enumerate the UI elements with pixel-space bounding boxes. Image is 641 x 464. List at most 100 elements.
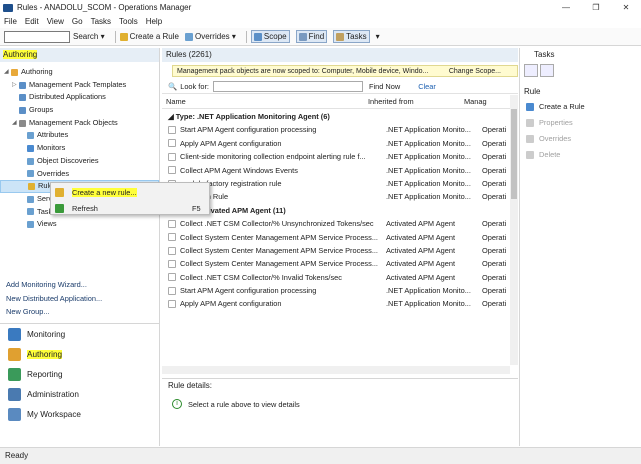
new-distributed-application-link[interactable]: New Distributed Application... <box>6 292 102 306</box>
overrides-button[interactable]: Overrides ▾ <box>184 32 236 41</box>
vertical-scrollbar[interactable] <box>510 95 518 365</box>
tree-item-attributes[interactable]: Attributes <box>0 129 159 142</box>
column-inherited-from[interactable]: Inherited from <box>368 95 464 108</box>
wunderbar-monitoring[interactable]: Monitoring <box>0 324 159 344</box>
management-pack-cell: Operati <box>482 192 507 202</box>
tree-item-views[interactable]: Views <box>0 218 159 231</box>
table-row[interactable]: module factory registration rule .NET App… <box>162 177 510 190</box>
table-row[interactable]: Apply APM Agent configuration .NET Applic… <box>162 137 510 150</box>
search-button[interactable]: Search ▾ <box>73 32 105 41</box>
tasks-toggle-button[interactable]: Tasks <box>333 30 370 43</box>
table-row[interactable]: collection Rule.NET Application Monito..… <box>162 190 510 203</box>
minimize-button[interactable]: — <box>551 0 581 15</box>
expander-icon[interactable]: ◢ <box>4 66 11 79</box>
table-row[interactable]: Collect .NET CSM Collector/% Invalid Tok… <box>162 271 510 284</box>
tree-item-authoring[interactable]: ◢ Authoring <box>0 66 159 79</box>
menu-tools[interactable]: Tools <box>119 17 138 26</box>
chevron-down-icon: ▾ <box>229 32 236 41</box>
reporting-icon <box>8 367 21 381</box>
wunderbar-administration[interactable]: Administration <box>0 384 159 404</box>
new-group-link[interactable]: New Group... <box>6 305 102 319</box>
create-rule-button[interactable]: Create a Rule <box>119 32 179 41</box>
details-message: i Select a rule above to view details <box>162 399 518 409</box>
tree-item-label: Monitors <box>37 143 66 153</box>
table-row[interactable]: Client-side monitoring collection endpoi… <box>162 150 510 163</box>
rule-name-cell: Collect System Center Management APM Ser… <box>162 257 386 270</box>
menu-tasks[interactable]: Tasks <box>91 17 111 26</box>
group-header[interactable]: ◢ Type: Activated APM Agent (11) <box>162 204 510 217</box>
refresh-menu-item[interactable]: Refresh F5 <box>51 201 209 215</box>
tree-node-icon <box>19 106 26 114</box>
task-create-a-rule[interactable]: Create a Rule <box>520 99 641 115</box>
tree-node-icon <box>27 170 34 178</box>
window-title: Rules - ANADOLU_SCOM - Operations Manage… <box>17 3 192 12</box>
group-header[interactable]: ◢ Type: .NET Application Monitoring Agen… <box>162 110 510 123</box>
my-workspace-icon <box>8 407 21 421</box>
rule-icon <box>119 32 128 41</box>
menu-help[interactable]: Help <box>146 17 162 26</box>
close-button[interactable]: ✕ <box>611 0 641 15</box>
table-row[interactable]: Apply APM Agent configuration .NET Applic… <box>162 297 510 310</box>
tasks-section-rule: Rule <box>524 87 541 96</box>
look-for-input[interactable] <box>212 81 363 92</box>
nav-header-label: Authoring <box>3 50 38 59</box>
details-message-text: Select a rule above to view details <box>188 399 300 409</box>
table-row[interactable]: Collect System Center Management APM Ser… <box>162 231 510 244</box>
change-scope-link[interactable]: Change Scope... <box>449 66 501 76</box>
create-new-rule-menu-item[interactable]: Create a new rule... <box>51 185 209 199</box>
expander-icon[interactable]: ◢ <box>12 117 19 130</box>
chevron-down-icon[interactable]: ▾ <box>376 32 380 41</box>
tree-item-object-discoveries[interactable]: Object Discoveries <box>0 155 159 168</box>
tree-item-management-pack-objects[interactable]: ◢ Management Pack Objects <box>0 117 159 130</box>
management-pack-cell: Operati <box>482 286 507 296</box>
add-monitoring-wizard-link[interactable]: Add Monitoring Wizard... <box>6 278 102 292</box>
menu-go[interactable]: Go <box>72 17 83 26</box>
table-row[interactable]: Collect System Center Management APM Ser… <box>162 244 510 257</box>
tree-item-distributed-applications[interactable]: Distributed Applications <box>0 91 159 104</box>
wunderbar-label: Reporting <box>27 369 63 379</box>
find-now-button[interactable]: Find Now <box>369 82 400 91</box>
wunderbar-reporting[interactable]: Reporting <box>0 364 159 384</box>
table-row[interactable]: Start APM Agent configuration processing… <box>162 284 510 297</box>
management-pack-cell: Operati <box>482 152 507 162</box>
table-row[interactable]: Collect .NET CSM Collector/% Unsynchroni… <box>162 217 510 230</box>
menu-edit[interactable]: Edit <box>25 17 39 26</box>
collapse-icon[interactable]: ◢ <box>168 112 176 121</box>
help-tab-icon[interactable] <box>540 64 554 77</box>
table-row[interactable]: Collect APM Agent Windows Events .NET App… <box>162 164 510 177</box>
clear-button[interactable]: Clear <box>418 82 436 91</box>
horizontal-scrollbar[interactable] <box>162 366 510 374</box>
search-icon: 🔍 <box>168 82 178 91</box>
wunderbar-my-workspace[interactable]: My Workspace <box>0 404 159 424</box>
tree-item-monitors[interactable]: Monitors <box>0 142 159 155</box>
tree-item-overrides[interactable]: Overrides <box>0 168 159 181</box>
navigation-pane: Authoring ◢ Authoring ▷ Management Pack Tem… <box>0 48 160 446</box>
expander-icon[interactable]: ▷ <box>12 79 19 92</box>
rule-icon <box>168 219 176 228</box>
table-row[interactable]: Start APM Agent configuration processing… <box>162 123 510 136</box>
menu-file[interactable]: File <box>4 17 17 26</box>
tree-item-label: Management Pack Objects <box>29 117 118 127</box>
scrollbar-thumb[interactable] <box>511 109 517 199</box>
find-button[interactable]: Find <box>295 30 328 43</box>
column-name[interactable]: Name <box>162 95 368 108</box>
tree-item-groups[interactable]: Groups <box>0 104 159 117</box>
wunderbar-label: Authoring <box>27 349 63 359</box>
wunderbar-authoring[interactable]: Authoring <box>0 344 159 364</box>
tree-item-label: Object Discoveries <box>37 155 99 165</box>
tasks-tab-icon[interactable] <box>524 64 538 77</box>
monitoring-icon <box>8 327 21 341</box>
context-menu: Create a new rule... Refresh F5 <box>50 182 210 215</box>
management-pack-cell: Operati <box>482 178 507 188</box>
scope-button[interactable]: Scope <box>250 30 290 43</box>
refresh-label: Refresh <box>72 203 98 213</box>
restore-button[interactable]: ❐ <box>581 0 611 15</box>
table-row[interactable]: Collect System Center Management APM Ser… <box>162 257 510 270</box>
search-input[interactable] <box>4 30 70 43</box>
tree-item-management-pack-templates[interactable]: ▷ Management Pack Templates <box>0 79 159 92</box>
menu-bar: File Edit View Go Tasks Tools Help <box>0 15 641 28</box>
column-management-pack[interactable]: Manag <box>464 95 504 108</box>
menu-view[interactable]: View <box>47 17 64 26</box>
inherited-from-cell: .NET Application Monito... <box>386 125 471 135</box>
inherited-from-cell: .NET Application Monito... <box>386 299 471 309</box>
